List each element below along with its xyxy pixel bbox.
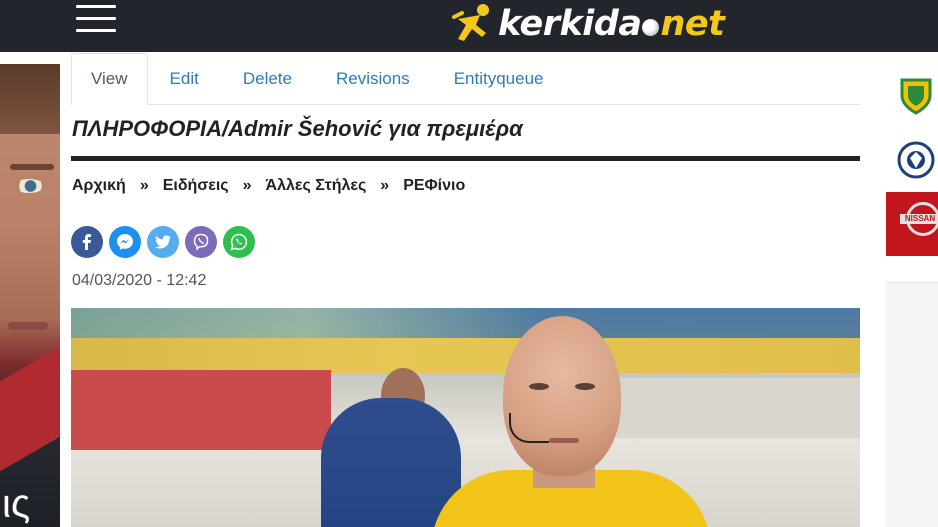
ad-photo-mouth [8,322,48,330]
menu-line [76,17,116,20]
breadcrumb-separator: » [139,177,149,194]
article-title: ΠΛΗΡΟΦΟΡΙΑ/Admir Šehović για πρεμιέρα [72,116,523,141]
image-referee-eye [575,383,595,390]
breadcrumb-separator: » [242,177,252,194]
article-datetime: 04/03/2020 - 12:42 [72,272,207,289]
ad-red-band [0,346,60,472]
viber-icon [193,233,209,251]
image-yellow-band [71,338,860,373]
breadcrumb-home[interactable]: Αρχική [72,177,126,195]
left-advertisement[interactable]: ις [0,64,60,527]
club-badge-icon[interactable] [896,140,936,180]
share-buttons [71,226,261,258]
admin-tabs: View Edit Delete Revisions Entityqueue [71,53,860,105]
tab-delete[interactable]: Delete [221,53,314,105]
menu-line [76,5,116,8]
football-icon [642,18,660,36]
breadcrumb: Αρχική » Ειδήσεις » Άλλες Στήλες » ΡΕΦίν… [72,177,465,195]
whatsapp-share-button[interactable] [223,226,255,258]
hamburger-menu-icon[interactable] [76,2,116,32]
logo-suffix-text: net [660,3,725,44]
image-referee-head [503,316,621,476]
logo-wordmark: kerkida net [498,3,725,44]
club-crest-icon[interactable] [896,76,936,116]
tab-revisions[interactable]: Revisions [314,53,432,105]
right-sidebar-ads: NISSAN [886,52,938,527]
image-ad-board [71,370,331,450]
facebook-share-button[interactable] [71,226,103,258]
ad-photo-hair [0,64,60,134]
tab-edit[interactable]: Edit [148,53,221,105]
logo-main-text: kerkida [498,3,642,44]
whatsapp-icon [230,233,248,251]
menu-line [76,29,116,32]
tab-view[interactable]: View [71,53,148,105]
nissan-advertisement[interactable]: NISSAN [886,192,938,256]
nissan-logo-text: NISSAN [900,214,938,224]
ad-text: ις [2,482,31,526]
image-background-player [321,398,461,527]
viber-share-button[interactable] [185,226,217,258]
facebook-icon [82,234,91,250]
image-stadium-stand [71,308,860,338]
ad-photo-brow [10,164,54,170]
image-referee-mouth [549,438,579,443]
messenger-share-button[interactable] [109,226,141,258]
article-main-image [71,308,860,527]
breadcrumb-news[interactable]: Ειδήσεις [163,177,229,195]
breadcrumb-other-columns[interactable]: Άλλες Στήλες [266,177,367,195]
breadcrumb-separator: » [380,177,390,194]
twitter-icon [154,235,171,249]
messenger-icon [117,234,133,250]
ad-photo-eye [14,179,44,193]
tab-entityqueue[interactable]: Entityqueue [432,53,566,105]
breadcrumb-refinio[interactable]: ΡΕΦίνιο [403,177,465,195]
image-referee-eye [529,383,549,390]
twitter-share-button[interactable] [147,226,179,258]
sidebar-ad-box [886,282,938,527]
title-divider [71,156,860,161]
site-header: kerkida net [0,0,938,52]
running-player-logo-icon [452,4,489,41]
site-logo[interactable]: kerkida net [450,0,725,48]
